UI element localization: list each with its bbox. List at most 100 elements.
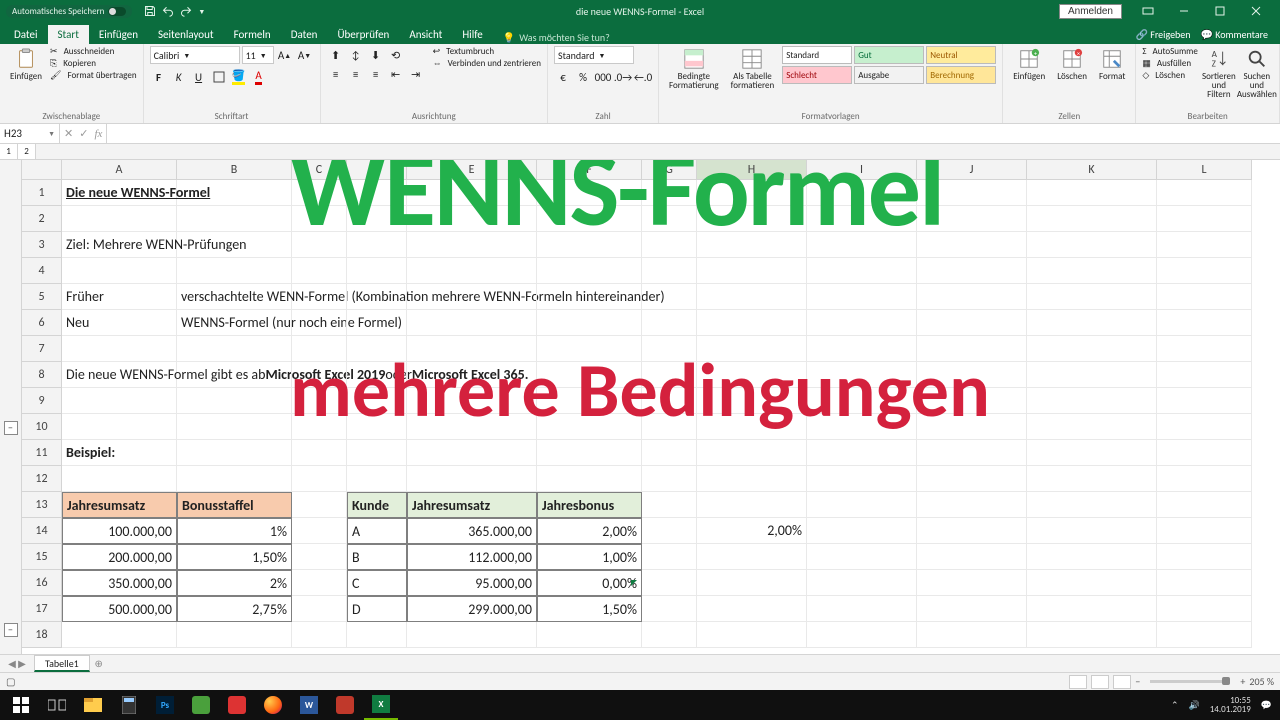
fill-button[interactable]: ▦ Ausfüllen [1142,58,1198,69]
cell-E17[interactable]: 299.000,00 [407,596,537,622]
cell-D13[interactable]: Kunde [347,492,407,518]
thousand-sep-icon[interactable]: 000 [594,68,612,86]
style-gut[interactable]: Gut [854,46,924,64]
cell-A17[interactable]: 500.000,00 [62,596,177,622]
firefox-icon[interactable] [256,690,290,720]
align-bottom-icon[interactable]: ⬇ [367,46,385,64]
row-header[interactable]: 4 [22,258,62,284]
tab-seitenlayout[interactable]: Seitenlayout [148,25,224,44]
cell-F14[interactable]: 2,00% [537,518,642,544]
col-header-E[interactable]: E [407,160,537,180]
row-header[interactable]: 2 [22,206,62,232]
cell-E16[interactable]: 95.000,00 [407,570,537,596]
row-header[interactable]: 3 [22,232,62,258]
row-header[interactable]: 15 [22,544,62,570]
col-header-C[interactable]: C [292,160,347,180]
fx-icon[interactable]: fx [94,128,102,140]
cell-A13[interactable]: Jahresumsatz [62,492,177,518]
cell-A6[interactable]: Neu [62,310,177,336]
row-header[interactable]: 10 [22,414,62,440]
align-right-icon[interactable]: ≡ [367,65,385,83]
tray-chevron-icon[interactable]: ⌃ [1171,700,1179,711]
notification-center-icon[interactable]: 💬 [1261,700,1272,711]
outline-collapse-1[interactable]: − [4,421,18,435]
col-header-B[interactable]: B [177,160,292,180]
cell-B16[interactable]: 2% [177,570,292,596]
zoom-out-icon[interactable]: − [1135,675,1140,688]
cell-F15[interactable]: 1,00% [537,544,642,570]
accounting-format-icon[interactable]: € [554,68,572,86]
delete-cells-button[interactable]: ×Löschen [1053,46,1091,83]
cell-B6[interactable]: WENNS-Formel (nur noch eine Formel) [177,310,292,336]
cell-B17[interactable]: 2,75% [177,596,292,622]
style-ausgabe[interactable]: Ausgabe [854,66,924,84]
outline-collapse-2[interactable]: − [4,623,18,637]
row-header[interactable]: 18 [22,622,62,648]
autosave-toggle[interactable]: Automatisches Speichern [6,5,132,18]
outline-level-1[interactable]: 1 [0,144,18,159]
clear-button[interactable]: ◇ Löschen [1142,70,1198,81]
tab-ueberpruefen[interactable]: Überprüfen [327,25,399,44]
comments-button[interactable]: 💬 Kommentare [1201,28,1268,41]
save-icon[interactable] [144,5,156,17]
number-format-combo[interactable]: Standard▼ [554,46,634,64]
cell-H14[interactable]: 2,00% [697,518,807,544]
copy-button[interactable]: ⎘ Kopieren [50,58,137,69]
align-left-icon[interactable]: ≡ [327,65,345,83]
cell-A8[interactable]: Die neue WENNS-Formel gibt es ab Microso… [62,362,177,388]
paste-button[interactable]: Einfügen [6,46,46,83]
underline-button[interactable]: U [190,68,208,86]
pagebreak-view-icon[interactable] [1113,675,1131,689]
cell-D16[interactable]: C [347,570,407,596]
cell-A14[interactable]: 100.000,00 [62,518,177,544]
indent-dec-icon[interactable]: ⇤ [387,65,405,83]
inc-decimal-icon[interactable]: .0→ [614,68,632,86]
style-standard[interactable]: Standard [782,46,852,64]
snagit-icon[interactable] [328,690,362,720]
style-schlecht[interactable]: Schlecht [782,66,852,84]
spreadsheet-grid[interactable]: A B C D E F G H I J K L 1 Die neue WENNS… [22,160,1280,648]
start-button[interactable] [4,690,38,720]
photoshop-icon[interactable]: Ps [148,690,182,720]
cell-E15[interactable]: 112.000,00 [407,544,537,570]
dec-decimal-icon[interactable]: ←.0 [634,68,652,86]
cell-A16[interactable]: 350.000,00 [62,570,177,596]
login-button[interactable]: Anmelden [1059,4,1122,19]
task-view-icon[interactable] [40,690,74,720]
col-header-J[interactable]: J [917,160,1027,180]
qat-dropdown-icon[interactable]: ▼ [198,7,205,16]
cell-A15[interactable]: 200.000,00 [62,544,177,570]
cell-A5[interactable]: Früher [62,284,177,310]
redo-icon[interactable] [180,5,192,17]
ribbon-display-icon[interactable] [1130,0,1166,22]
enter-formula-icon[interactable]: ✓ [79,127,88,140]
cancel-formula-icon[interactable]: ✕ [64,127,73,140]
align-top-icon[interactable]: ⬆ [327,46,345,64]
page-layout-view-icon[interactable] [1091,675,1109,689]
share-button[interactable]: 🔗 Freigeben [1136,28,1191,41]
merge-center-button[interactable]: ⇔ Verbinden und zentrieren [433,58,541,69]
excel-icon[interactable]: X [364,690,398,720]
cell-B5[interactable]: verschachtelte WENN-Formel (Kombination … [177,284,292,310]
camtasia-icon[interactable] [184,690,218,720]
cell-styles-gallery[interactable]: Standard Gut Neutral Schlecht Ausgabe Be… [782,46,996,84]
cell-E14[interactable]: 365.000,00 [407,518,537,544]
border-button[interactable] [210,68,228,86]
cell-A3[interactable]: Ziel: Mehrere WENN-Prüfungen [62,232,177,258]
cell-A11[interactable]: Beispiel: [62,440,177,466]
tab-start[interactable]: Start [48,25,89,44]
font-size-combo[interactable]: 11▼ [242,46,274,64]
col-header-G[interactable]: G [642,160,697,180]
col-header-F[interactable]: F [537,160,642,180]
orientation-icon[interactable]: ⟲ [387,46,405,64]
row-header[interactable]: 11 [22,440,62,466]
font-color-button[interactable]: A [250,68,268,86]
row-header[interactable]: 9 [22,388,62,414]
col-header-L[interactable]: L [1157,160,1252,180]
file-explorer-icon[interactable] [76,690,110,720]
format-painter-button[interactable]: 🖌 Format übertragen [50,70,137,81]
record-macro-icon[interactable]: ▢ [6,675,15,688]
outline-level-2[interactable]: 2 [18,144,36,159]
find-select-button[interactable]: Suchen und Auswählen [1240,46,1274,101]
word-icon[interactable]: W [292,690,326,720]
